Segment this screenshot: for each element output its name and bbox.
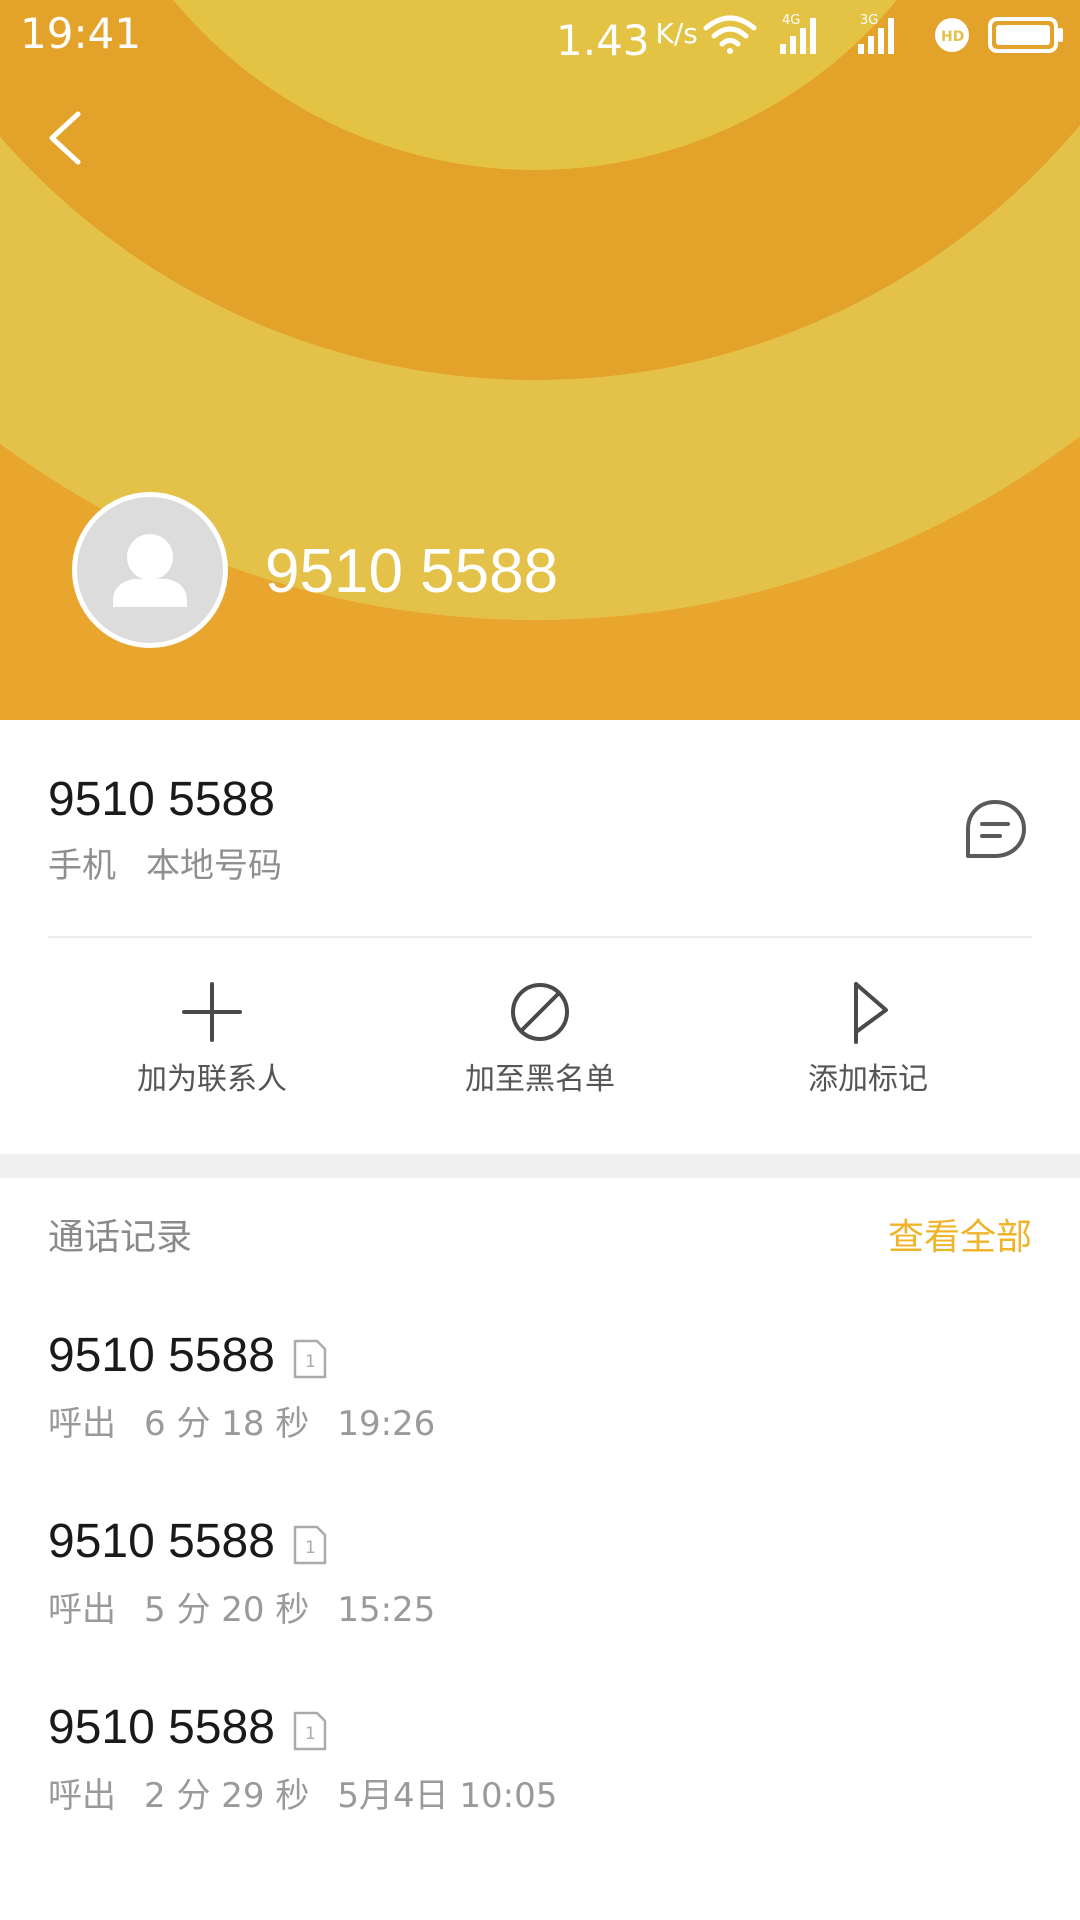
contact-header: 19:41 1.43 K/s 4G 3G HD 9510 5588 xyxy=(0,0,1080,720)
call-duration: 6 分 18 秒 xyxy=(144,1404,310,1444)
contact-number[interactable]: 9510 5588 xyxy=(48,772,275,828)
call-duration: 2 分 29 秒 xyxy=(144,1776,310,1816)
call-number: 9510 5588 xyxy=(48,1329,275,1382)
call-time: 5月4日 10:05 xyxy=(337,1776,558,1816)
add-contact-button[interactable]: 加为联系人 xyxy=(72,980,352,1130)
hd-icon: HD xyxy=(935,18,969,52)
wifi-icon xyxy=(703,15,757,54)
message-icon xyxy=(966,800,1026,858)
number-type: 手机 xyxy=(48,846,116,886)
contact-meta: 手机 本地号码 xyxy=(48,844,282,888)
call-log-item[interactable]: 9510 5588 1 呼出 2 分 29 秒 5月4日 10:05 xyxy=(0,1698,1080,1868)
call-log-item[interactable]: 9510 5588 1 呼出 6 分 18 秒 19:26 xyxy=(0,1326,1080,1496)
call-direction: 呼出 xyxy=(48,1404,116,1444)
number-location: 本地号码 xyxy=(146,846,282,886)
battery-icon xyxy=(988,17,1063,53)
svg-text:HD: HD xyxy=(941,29,964,45)
block-icon xyxy=(511,983,569,1041)
divider xyxy=(48,936,1032,938)
avatar xyxy=(72,492,228,648)
network-speed: 1.43 K/s xyxy=(556,8,698,67)
back-button[interactable] xyxy=(30,100,110,180)
svg-text:3G: 3G xyxy=(860,13,878,28)
status-icons: 4G 3G HD xyxy=(703,13,1063,54)
plus-icon xyxy=(182,982,242,1042)
call-number: 9510 5588 xyxy=(48,1515,275,1568)
sim-card-icon: 1 xyxy=(293,1525,327,1565)
sim-card-icon: 1 xyxy=(293,1339,327,1379)
action-bar: 加为联系人 加至黑名单 添加标记 xyxy=(0,980,1080,1130)
add-tag-button[interactable]: 添加标记 xyxy=(728,980,1008,1130)
section-separator xyxy=(0,1154,1080,1178)
network-speed-unit: K/s xyxy=(655,17,698,50)
status-bar: 19:41 1.43 K/s 4G 3G HD xyxy=(0,0,1080,68)
add-to-blacklist-button[interactable]: 加至黑名单 xyxy=(400,980,680,1130)
call-direction: 呼出 xyxy=(48,1590,116,1630)
network-speed-value: 1.43 xyxy=(556,16,650,65)
chevron-left-icon xyxy=(49,111,81,165)
add-contact-label: 加为联系人 xyxy=(137,1062,287,1097)
call-meta: 呼出 5 分 20 秒 15:25 xyxy=(48,1588,463,1632)
call-direction: 呼出 xyxy=(48,1776,116,1816)
contact-info: 9510 5588 手机 本地号码 加为联系人 加至黑名单 添加标记 xyxy=(0,720,1080,1154)
sim-slot-number: 1 xyxy=(305,1352,316,1372)
signal-3g-icon: 3G xyxy=(858,13,894,54)
call-duration: 5 分 20 秒 xyxy=(144,1590,310,1630)
call-meta: 呼出 6 分 18 秒 19:26 xyxy=(48,1402,463,1446)
header-title: 9510 5588 xyxy=(265,537,559,606)
call-log-title: 通话记录 xyxy=(48,1217,193,1258)
sim-slot-number: 1 xyxy=(305,1538,316,1558)
call-log-section: 通话记录 查看全部 9510 5588 1 呼出 6 分 18 秒 19:26 95… xyxy=(0,1178,1080,1920)
sim-card-icon: 1 xyxy=(293,1711,327,1751)
svg-text:4G: 4G xyxy=(782,13,800,28)
call-time: 19:26 xyxy=(337,1404,436,1444)
add-tag-label: 添加标记 xyxy=(808,1062,928,1097)
signal-4g-icon: 4G xyxy=(780,13,816,54)
add-to-blacklist-label: 加至黑名单 xyxy=(465,1062,615,1097)
flag-icon xyxy=(854,982,888,1044)
view-all-link[interactable]: 查看全部 xyxy=(888,1214,1032,1262)
call-meta: 呼出 2 分 29 秒 5月4日 10:05 xyxy=(48,1774,585,1818)
status-time: 19:41 xyxy=(20,9,142,58)
call-log-item[interactable]: 9510 5588 1 呼出 5 分 20 秒 15:25 xyxy=(0,1512,1080,1682)
person-icon xyxy=(113,534,187,607)
call-time: 15:25 xyxy=(337,1590,436,1630)
call-number: 9510 5588 xyxy=(48,1701,275,1754)
sim-slot-number: 1 xyxy=(305,1724,316,1744)
message-button[interactable] xyxy=(960,796,1030,866)
